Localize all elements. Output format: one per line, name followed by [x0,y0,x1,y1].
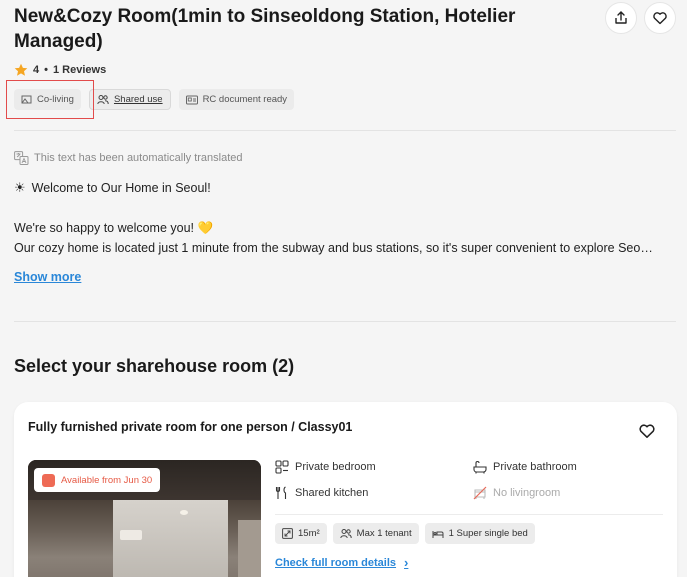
photo-aircon [120,530,142,540]
photo-door [238,520,261,577]
rooms-section-title: Select your sharehouse room (2) [14,356,295,376]
favorite-button[interactable] [644,2,676,34]
feature-label: Shared kitchen [295,487,369,499]
description-line-2: We're so happy to welcome you! 💛 [14,221,214,235]
sun-emoji-icon: ☀ [14,180,26,195]
chip-label: 1 Super single bed [448,528,528,539]
description-line-3: Our cozy home is located just 1 minute f… [14,241,653,255]
no-living-icon [473,486,487,500]
users-icon [339,529,352,539]
availability-badge: Available from Jun 30 [34,468,161,492]
check-details-label: Check full room details [275,556,397,569]
review-count[interactable]: 1 Reviews [53,64,106,76]
star-icon [14,63,28,76]
room-card-title[interactable]: Fully furnished private room for one per… [28,420,352,434]
feature-shared-kitchen: Shared kitchen [275,486,368,500]
photo-lamp [180,510,188,515]
chip-label: Max 1 tenant [356,528,412,539]
feature-private-bedroom: Private bedroom [275,460,376,474]
show-more-link[interactable]: Show more [14,270,81,284]
bed-icon [275,460,289,474]
chip-label: 15m² [298,528,320,539]
rating-value: 4 [33,64,40,76]
availability-dot-icon [42,473,55,487]
tag-label: Shared use [113,94,163,105]
rating-row: 4 • 1 Reviews [14,63,106,77]
divider [14,130,676,131]
availability-text: Available from Jun 30 [61,474,153,486]
users-icon [97,95,109,105]
bath-icon [473,461,487,474]
tag-rc-document: RC document ready [178,89,295,110]
chevron-right-icon: › [404,555,409,570]
translation-text: This text has been automatically transla… [34,152,243,164]
share-button[interactable] [605,2,637,34]
room-photo[interactable]: Available from Jun 30 [28,460,261,577]
feature-label: Private bedroom [295,461,376,473]
translate-icon [14,151,29,165]
document-icon [185,95,198,104]
kitchen-icon [275,486,287,499]
listing-title: New&Cozy Room(1min to Sinseoldong Statio… [14,6,516,52]
room-favorite-button[interactable] [638,422,656,445]
feature-label: Private bathroom [493,461,577,473]
feature-private-bathroom: Private bathroom [473,460,577,474]
feature-no-livingroom: No livingroom [473,486,560,500]
rating-separator: • [44,64,48,76]
heart-icon [653,12,667,25]
description-text: Welcome to Our Home in Seoul! [31,181,211,195]
divider [14,321,676,322]
feature-label: No livingroom [493,487,561,499]
chip-tenants: Max 1 tenant [332,523,419,544]
description-line-1: ☀ Welcome to Our Home in Seoul! [14,178,676,198]
divider [275,514,663,515]
translation-notice: This text has been automatically transla… [14,151,243,165]
tag-shared-use[interactable]: Shared use [88,89,171,110]
room-chips: 15m² Max 1 tenant 1 Super single bed [275,523,535,544]
share-icon [615,11,627,24]
bed-chip-icon [432,530,444,538]
check-room-details-link[interactable]: Check full room details › [275,555,408,570]
chip-area: 15m² [275,523,327,544]
chip-bed: 1 Super single bed [424,523,535,544]
room-card[interactable]: Fully furnished private room for one per… [14,402,677,577]
heart-icon [639,424,655,438]
area-icon [282,528,293,539]
highlight-box [6,80,94,119]
tag-label: RC document ready [202,94,288,105]
